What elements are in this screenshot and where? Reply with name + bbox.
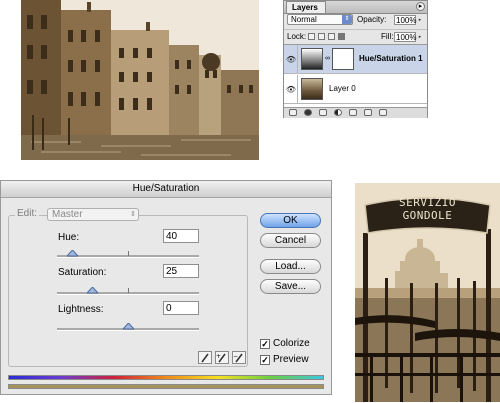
eyedropper-minus-icon[interactable]: − — [232, 351, 246, 364]
colorize-checkbox[interactable]: ✓ — [260, 339, 270, 349]
layers-panel: Layers ▸ Normal ⇕ Opacity: 100% ▸ Lock: … — [283, 0, 428, 118]
lightness-input[interactable]: 0 — [163, 301, 199, 315]
lock-position-icon[interactable] — [328, 33, 335, 40]
save-button[interactable]: Save... — [260, 279, 321, 294]
lightness-slider-thumb[interactable] — [122, 323, 134, 331]
eye-icon[interactable]: 👁 — [285, 45, 298, 74]
sign-line-1: SERVIZIO — [399, 196, 456, 209]
image-thumbnail — [301, 78, 323, 100]
layers-toolbar — [284, 107, 427, 118]
lock-row: Lock: Fill: 100% ▸ — [284, 29, 427, 44]
layer-row-hue-saturation[interactable]: 👁 ∞ Hue/Saturation 1 — [284, 45, 427, 74]
saturation-center-tick — [128, 288, 129, 293]
link-icon[interactable] — [289, 109, 297, 116]
layer-row-layer0[interactable]: 👁 Layer 0 — [284, 75, 427, 104]
eyedropper-icon[interactable] — [198, 351, 212, 364]
adjustment-layer-icon[interactable] — [334, 109, 342, 116]
mask-thumbnail — [332, 48, 354, 70]
eye-icon[interactable]: 👁 — [285, 75, 298, 104]
ok-button[interactable]: OK — [260, 213, 321, 228]
saturation-input[interactable]: 25 — [163, 264, 199, 278]
svg-text:+: + — [216, 353, 221, 360]
gondole-photo: SERVIZIO GONDOLE — [355, 183, 500, 402]
edit-select-value: Master — [52, 209, 83, 220]
opacity-arrow-icon[interactable]: ▸ — [417, 15, 423, 25]
layer-name: Layer 0 — [329, 84, 356, 93]
hue-slider-thumb[interactable] — [67, 250, 79, 258]
layers-list: 👁 ∞ Hue/Saturation 1 👁 Layer 0 — [284, 44, 427, 107]
tab-layers[interactable]: Layers — [286, 1, 326, 13]
blend-mode-select[interactable]: Normal ⇕ — [287, 14, 353, 25]
preview-checkbox[interactable]: ✓ — [260, 355, 270, 365]
opacity-label: Opacity: — [357, 15, 387, 24]
layer-name: Hue/Saturation 1 — [359, 54, 423, 63]
checkmark-icon: ✓ — [261, 355, 269, 365]
eyedropper-plus-icon[interactable]: + — [215, 351, 229, 364]
fx-icon[interactable] — [304, 109, 312, 116]
lightness-label: Lightness: — [58, 304, 104, 315]
fill-arrow-icon[interactable]: ▸ — [417, 32, 423, 42]
edit-select[interactable]: Master ⇕ — [47, 208, 139, 221]
lock-transparency-icon[interactable] — [308, 33, 315, 40]
checkmark-icon: ✓ — [261, 339, 269, 349]
chevron-down-icon: ⇕ — [342, 15, 352, 24]
panel-menu-icon[interactable]: ▸ — [416, 2, 425, 11]
colorize-label: Colorize — [273, 338, 310, 349]
lock-pixels-icon[interactable] — [318, 33, 325, 40]
load-button[interactable]: Load... — [260, 259, 321, 274]
trash-icon[interactable] — [379, 109, 387, 116]
saturation-label: Saturation: — [58, 267, 107, 278]
blend-mode-value: Normal — [291, 15, 317, 24]
edit-label: Edit: — [15, 208, 40, 219]
svg-text:−: − — [233, 353, 238, 360]
hue-center-tick — [128, 251, 129, 256]
cancel-button[interactable]: Cancel — [260, 233, 321, 248]
hue-spectrum-bar — [8, 375, 324, 380]
lock-label: Lock: — [287, 32, 307, 41]
hue-saturation-dialog: Hue/Saturation Edit: Master ⇕ Hue: 40 Sa… — [0, 180, 332, 395]
canal-photo — [21, 0, 259, 160]
hue-label: Hue: — [58, 232, 80, 243]
hue-input[interactable]: 40 — [163, 229, 199, 243]
fill-label: Fill: — [381, 32, 394, 41]
dialog-title: Hue/Saturation — [1, 181, 331, 198]
new-layer-icon[interactable] — [364, 109, 372, 116]
result-color-bar — [8, 384, 324, 389]
mask-icon[interactable] — [319, 109, 327, 116]
chain-link-icon: ∞ — [325, 55, 330, 62]
sign-line-2: GONDOLE — [402, 209, 453, 222]
adjustment-thumbnail — [301, 48, 323, 70]
fill-input[interactable]: 100% — [394, 32, 416, 42]
saturation-slider-thumb[interactable] — [87, 287, 98, 295]
lock-all-icon[interactable] — [338, 33, 345, 40]
chevron-down-icon: ⇕ — [130, 211, 136, 218]
preview-label: Preview — [273, 354, 309, 365]
opacity-input[interactable]: 100% — [394, 15, 416, 25]
folder-icon[interactable] — [349, 109, 357, 116]
blend-row: Normal ⇕ Opacity: 100% ▸ — [284, 13, 427, 27]
